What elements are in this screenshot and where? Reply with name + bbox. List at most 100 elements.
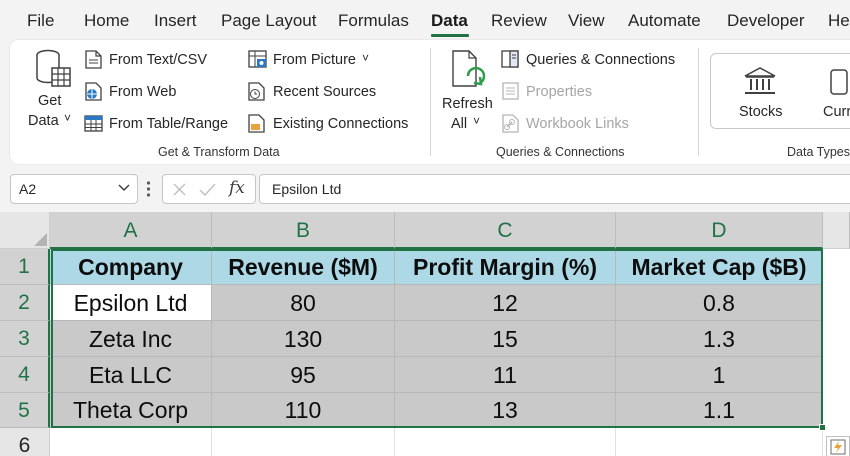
spreadsheet-grid: A B C D 1 2 3 4 5 6 Company Revenue ($M)… xyxy=(0,212,850,456)
queries-pane-icon xyxy=(501,50,519,68)
menu-bar: File Home Insert Page Layout Formulas Da… xyxy=(0,0,850,40)
enter-check-icon[interactable] xyxy=(199,182,216,197)
formula-value: Epsilon Ltd xyxy=(272,181,342,197)
cell-b4[interactable]: 95 xyxy=(212,357,395,393)
row-header-4[interactable]: 4 xyxy=(0,357,50,393)
cell-a2[interactable]: Epsilon Ltd xyxy=(50,285,212,321)
queries-group-label: Queries & Connections xyxy=(496,145,625,159)
connection-document-icon xyxy=(248,114,265,133)
column-header-a[interactable]: A xyxy=(50,212,212,249)
text-file-icon xyxy=(85,50,102,69)
cell-a6[interactable] xyxy=(50,428,212,456)
cancel-icon[interactable] xyxy=(172,182,187,197)
database-table-icon xyxy=(36,49,71,87)
formula-controls: fx xyxy=(162,174,256,204)
properties-icon xyxy=(502,82,519,100)
name-box[interactable]: A2 xyxy=(10,174,138,204)
select-all-corner[interactable] xyxy=(0,212,50,249)
tab-help[interactable]: He xyxy=(828,11,850,31)
column-header-e[interactable] xyxy=(823,212,850,249)
insert-function-icon[interactable]: fx xyxy=(229,178,245,198)
cell-a4[interactable]: Eta LLC xyxy=(50,357,212,393)
cell-c4[interactable]: 11 xyxy=(395,357,616,393)
clock-document-icon xyxy=(248,82,265,101)
column-header-c[interactable]: C xyxy=(395,212,616,249)
link-document-icon xyxy=(502,114,519,133)
cell-d3[interactable]: 1.3 xyxy=(616,321,823,357)
column-header-b[interactable]: B xyxy=(212,212,395,249)
currency-icon xyxy=(830,69,848,95)
chevron-down-icon: ˅ xyxy=(362,51,370,65)
cell-b2[interactable]: 80 xyxy=(212,285,395,321)
data-types-gallery: Stocks Curr xyxy=(710,53,850,129)
recent-sources-label: Recent Sources xyxy=(273,84,377,100)
row-header-1[interactable]: 1 xyxy=(0,249,50,285)
web-page-icon xyxy=(85,82,102,101)
cell-b1[interactable]: Revenue ($M) xyxy=(212,249,395,285)
select-all-triangle-icon xyxy=(34,233,47,246)
existing-connections-label: Existing Connections xyxy=(273,116,409,132)
cell-c1[interactable]: Profit Margin (%) xyxy=(395,249,616,285)
cell-d6[interactable] xyxy=(616,428,823,456)
name-box-value: A2 xyxy=(19,181,37,197)
cell-c2[interactable]: 12 xyxy=(395,285,616,321)
refresh-all-label-2: All xyxy=(451,116,468,132)
tab-formulas[interactable]: Formulas xyxy=(338,11,409,31)
data-types-group-label: Data Types xyxy=(787,145,850,159)
tab-review[interactable]: Review xyxy=(491,11,547,31)
fill-handle[interactable] xyxy=(819,424,826,431)
from-picture-label: From Picture xyxy=(273,52,356,68)
cell-c5[interactable]: 13 xyxy=(395,393,616,428)
properties-label: Properties xyxy=(526,84,593,100)
cell-d2[interactable]: 0.8 xyxy=(616,285,823,321)
more-options-icon[interactable] xyxy=(146,180,151,198)
get-data-label-2: Data xyxy=(28,113,59,129)
column-header-d[interactable]: D xyxy=(616,212,823,249)
queries-connections-label: Queries & Connections xyxy=(526,52,676,68)
tab-file[interactable]: File xyxy=(27,11,54,31)
get-transform-group-label: Get & Transform Data xyxy=(158,145,280,159)
cell-c3[interactable]: 15 xyxy=(395,321,616,357)
workbook-links-label: Workbook Links xyxy=(526,116,629,132)
cell-d1[interactable]: Market Cap ($B) xyxy=(616,249,823,285)
refresh-all-label-1: Refresh xyxy=(442,96,493,112)
cell-a5[interactable]: Theta Corp xyxy=(50,393,212,428)
table-icon xyxy=(84,115,103,132)
quick-analysis-icon xyxy=(830,439,846,455)
cell-b3[interactable]: 130 xyxy=(212,321,395,357)
ribbon-separator xyxy=(698,48,699,156)
get-data-label-1: Get xyxy=(38,93,62,109)
cell-b6[interactable] xyxy=(212,428,395,456)
cell-c6[interactable] xyxy=(395,428,616,456)
tab-developer[interactable]: Developer xyxy=(727,11,805,31)
tab-data[interactable]: Data xyxy=(431,11,468,31)
picture-table-icon xyxy=(248,50,267,68)
row-header-3[interactable]: 3 xyxy=(0,321,50,357)
from-web-label: From Web xyxy=(109,84,177,100)
cell-b5[interactable]: 110 xyxy=(212,393,395,428)
chevron-down-icon: ˅ xyxy=(64,111,72,125)
tab-view[interactable]: View xyxy=(568,11,605,31)
tab-automate[interactable]: Automate xyxy=(628,11,701,31)
tab-page-layout[interactable]: Page Layout xyxy=(221,11,316,31)
ribbon-separator xyxy=(430,48,431,156)
cell-d4[interactable]: 1 xyxy=(616,357,823,393)
cell-a1[interactable]: Company xyxy=(50,249,212,285)
row-header-2[interactable]: 2 xyxy=(0,285,50,321)
chevron-down-icon xyxy=(118,184,130,192)
chevron-down-icon: ˅ xyxy=(473,114,481,128)
from-text-csv-label: From Text/CSV xyxy=(109,52,208,68)
formula-input[interactable]: Epsilon Ltd xyxy=(259,174,850,204)
refresh-icon xyxy=(452,50,486,87)
quick-analysis-button[interactable] xyxy=(826,436,850,456)
tab-home[interactable]: Home xyxy=(84,11,129,31)
currencies-label: Curr xyxy=(823,104,850,120)
row-header-6[interactable]: 6 xyxy=(0,428,50,456)
stocks-label: Stocks xyxy=(739,104,783,120)
cell-d5[interactable]: 1.1 xyxy=(616,393,823,428)
cell-a3[interactable]: Zeta Inc xyxy=(50,321,212,357)
ribbon: Get Data ˅ From Text/CSV From Web From T… xyxy=(10,40,850,164)
tab-insert[interactable]: Insert xyxy=(154,11,197,31)
row-header-5[interactable]: 5 xyxy=(0,393,50,428)
from-table-range-label: From Table/Range xyxy=(109,116,229,132)
